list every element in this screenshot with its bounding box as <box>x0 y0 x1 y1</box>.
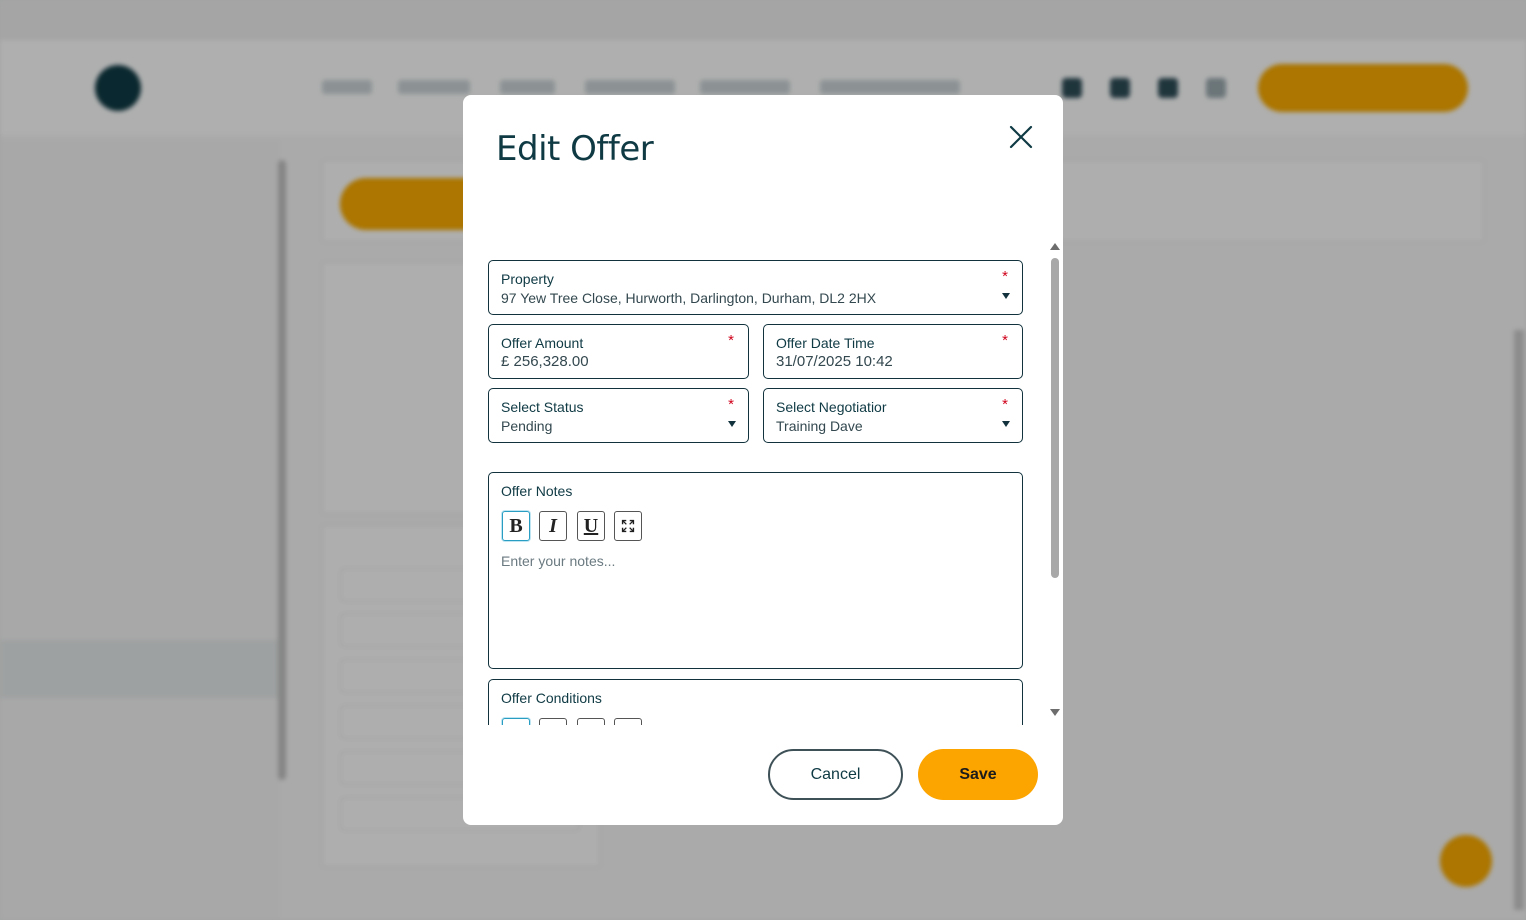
offer-notes-input[interactable] <box>501 553 1006 653</box>
status-select[interactable]: Select Status * Pending <box>488 388 749 443</box>
form-scroll-area[interactable]: Property * 97 Yew Tree Close, Hurworth, … <box>488 260 1024 725</box>
offer-amount-label: Offer Amount <box>501 335 584 351</box>
offer-date-time-value: 31/07/2025 10:42 <box>776 353 893 370</box>
offer-amount-field[interactable]: Offer Amount * £ 256,328.00 <box>488 324 749 379</box>
scrollbar-thumb[interactable] <box>1051 258 1059 578</box>
italic-button[interactable]: I <box>539 511 567 541</box>
offer-conditions-editor: Offer Conditions <box>488 679 1023 725</box>
required-mark: * <box>1002 396 1008 413</box>
bold-button[interactable]: B <box>502 511 530 541</box>
required-mark: * <box>1002 332 1008 349</box>
expand-icon <box>621 519 635 533</box>
required-mark: * <box>728 396 734 413</box>
close-button[interactable] <box>1007 123 1035 151</box>
conditions-underline-button[interactable] <box>577 718 605 725</box>
close-icon <box>1009 125 1033 149</box>
offer-conditions-label: Offer Conditions <box>501 690 602 706</box>
property-value: 97 Yew Tree Close, Hurworth, Darlington,… <box>501 290 877 306</box>
offer-notes-label: Offer Notes <box>501 483 573 499</box>
required-mark: * <box>728 332 734 349</box>
scroll-up-arrow[interactable] <box>1050 243 1060 250</box>
offer-date-time-label: Offer Date Time <box>776 335 875 351</box>
scroll-down-arrow[interactable] <box>1050 709 1060 716</box>
cancel-button[interactable]: Cancel <box>768 749 903 800</box>
edit-offer-dialog: Edit Offer Property * 97 Yew Tree Close,… <box>463 95 1063 825</box>
negotiator-select[interactable]: Select Negotiatior * Training Dave <box>763 388 1023 443</box>
property-select[interactable]: Property * 97 Yew Tree Close, Hurworth, … <box>488 260 1023 315</box>
offer-amount-value: £ 256,328.00 <box>501 353 589 370</box>
underline-button[interactable]: U <box>577 511 605 541</box>
chevron-down-icon <box>1002 421 1010 427</box>
dialog-title: Edit Offer <box>496 129 654 169</box>
required-mark: * <box>1002 268 1008 285</box>
negotiator-label: Select Negotiatior <box>776 399 887 415</box>
chevron-down-icon <box>728 421 736 427</box>
save-button[interactable]: Save <box>918 749 1038 800</box>
status-value: Pending <box>501 418 553 434</box>
offer-date-time-field[interactable]: Offer Date Time * 31/07/2025 10:42 <box>763 324 1023 379</box>
fullscreen-button[interactable] <box>614 511 642 541</box>
property-label: Property <box>501 271 554 287</box>
conditions-italic-button[interactable] <box>539 718 567 725</box>
offer-notes-editor: Offer Notes B I U <box>488 472 1023 669</box>
chevron-down-icon <box>1002 293 1010 299</box>
conditions-bold-button[interactable] <box>502 718 530 725</box>
status-label: Select Status <box>501 399 584 415</box>
conditions-fullscreen-button[interactable] <box>614 718 642 725</box>
negotiator-value: Training Dave <box>776 418 863 434</box>
